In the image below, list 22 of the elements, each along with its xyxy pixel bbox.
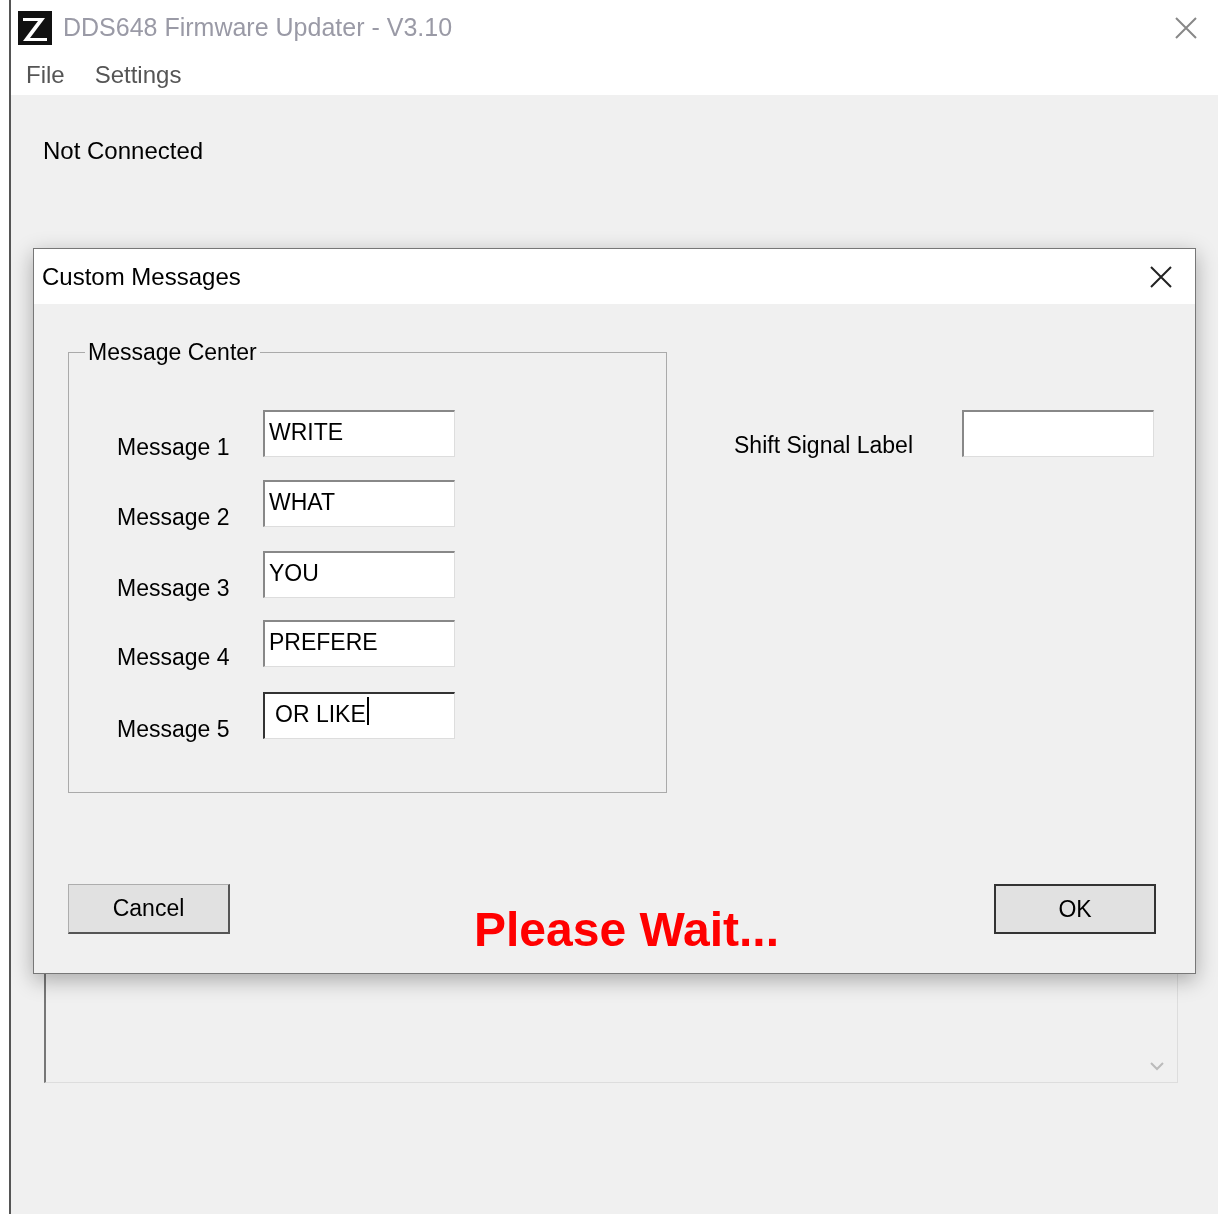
shift-signal-field[interactable] [962,410,1154,457]
logo-icon [18,10,52,45]
message-field[interactable]: WRITE [263,410,455,457]
message-field[interactable]: PREFERE [263,620,455,667]
cancel-button[interactable]: Cancel [68,884,230,934]
menu-item[interactable]: File [26,57,65,93]
close-icon[interactable] [1149,264,1173,289]
message-label: Message 3 [117,574,231,603]
message-field[interactable]: YOU [263,551,455,598]
message-field[interactable]: WHAT [263,480,455,527]
message-label: Message 2 [117,503,231,532]
dialog-title: Custom Messages [42,261,241,292]
ok-button[interactable]: OK [994,884,1156,934]
message-label: Message 5 [117,715,231,744]
connection-status: Not Connected [43,137,204,164]
menu-item[interactable]: Settings [94,57,182,93]
message-field[interactable]: OR LIKE [263,692,455,739]
please-wait-notice: Please Wait... [474,902,779,958]
message-label: Message 4 [117,643,231,672]
window-title: DDS648 Firmware Updater - V3.10 [63,11,453,43]
shift-signal-label: Shift Signal Label [734,431,914,460]
message-label: Message 1 [117,433,231,462]
